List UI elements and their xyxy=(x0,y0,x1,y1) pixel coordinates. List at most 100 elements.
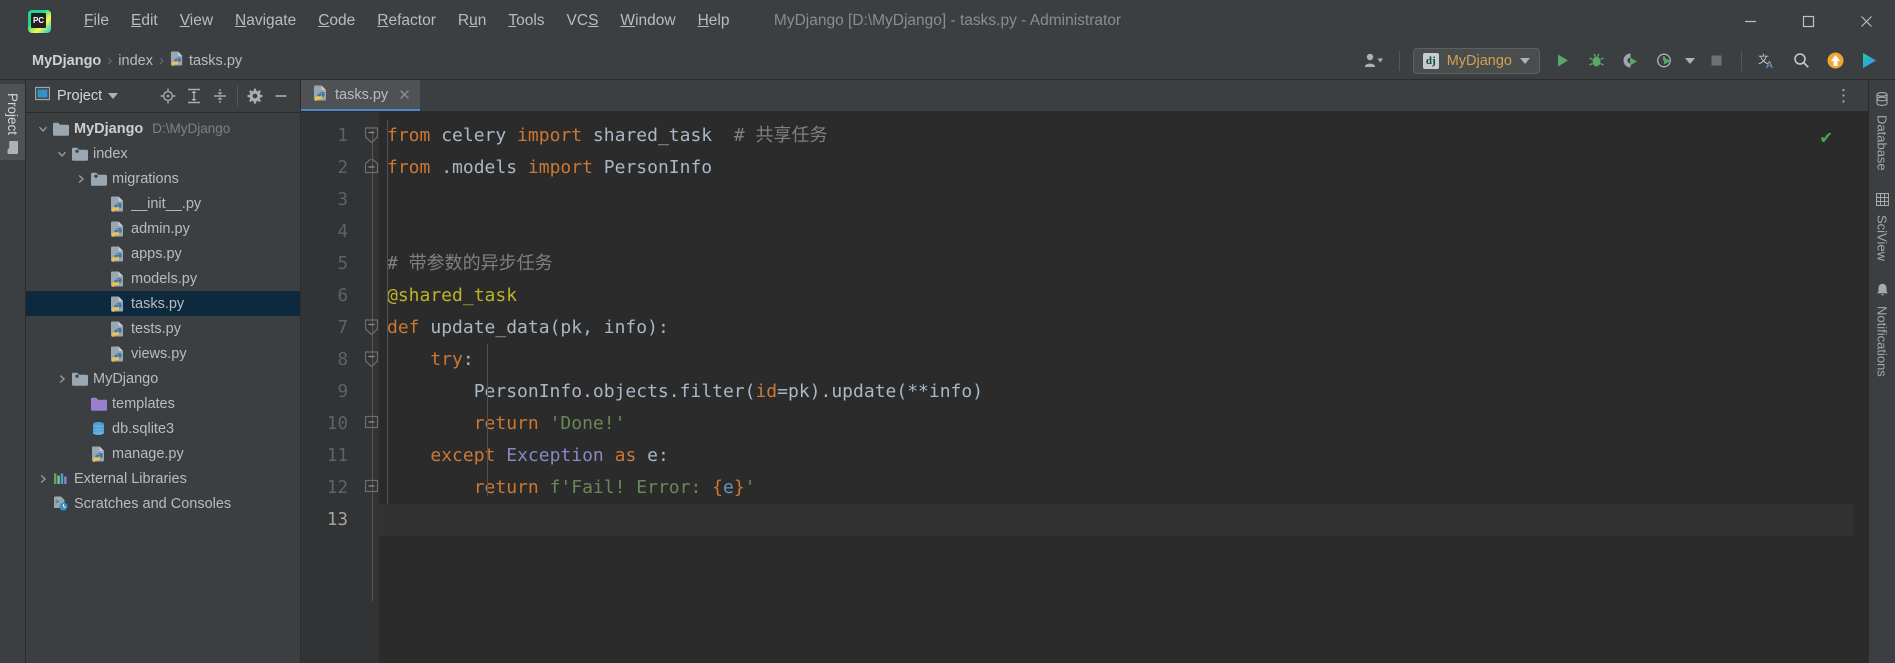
code-line-2[interactable]: from .models import PersonInfo xyxy=(379,152,1854,184)
inspection-ok-icon[interactable]: ✔ xyxy=(1821,126,1832,148)
settings-gear-icon[interactable] xyxy=(242,83,268,109)
line-number[interactable]: 9 xyxy=(301,376,359,408)
line-number[interactable]: 11 xyxy=(301,440,359,472)
line-number[interactable]: 4 xyxy=(301,216,359,248)
breadcrumb-item-tasks-py[interactable]: tasks.py xyxy=(166,49,246,72)
update-project-icon[interactable] xyxy=(1819,46,1851,76)
tree-item-tests-py[interactable]: tests.py xyxy=(26,316,300,341)
code-line-1[interactable]: from celery import shared_task # 共享任务 xyxy=(379,120,1854,152)
fold-region-10[interactable] xyxy=(359,408,379,440)
more-options-icon[interactable]: ⋮ xyxy=(1827,87,1860,105)
tree-item-models-py[interactable]: models.py xyxy=(26,266,300,291)
fold-marker-icon[interactable] xyxy=(364,351,379,368)
menu-item-run[interactable]: Run xyxy=(447,8,497,34)
code-line-3[interactable] xyxy=(379,184,1854,216)
tree-item-apps-py[interactable]: apps.py xyxy=(26,241,300,266)
menu-item-refactor[interactable]: Refactor xyxy=(366,8,447,34)
right-tab-notifications[interactable]: Notifications xyxy=(1875,283,1890,376)
run-configuration-selector[interactable]: dj MyDjango xyxy=(1412,47,1540,74)
menu-item-edit[interactable]: Edit xyxy=(120,8,169,34)
fold-region-2[interactable] xyxy=(359,152,379,184)
line-number[interactable]: 3 xyxy=(301,184,359,216)
line-number[interactable]: 2 xyxy=(301,152,359,184)
line-number[interactable]: 10 xyxy=(301,408,359,440)
right-tab-sciview[interactable]: SciView xyxy=(1875,192,1890,261)
code-line-10[interactable]: return 'Done!' xyxy=(379,408,1854,440)
tree-item-migrations[interactable]: migrations xyxy=(26,166,300,191)
menu-item-navigate[interactable]: Navigate xyxy=(224,8,307,34)
line-number[interactable]: 7 xyxy=(301,312,359,344)
close-icon[interactable]: ✕ xyxy=(398,86,411,104)
user-accounts-icon[interactable] xyxy=(1358,46,1390,76)
code-line-8[interactable]: try: xyxy=(379,344,1854,376)
profile-dropdown-icon[interactable] xyxy=(1682,46,1698,76)
minimize-button[interactable] xyxy=(1721,0,1779,42)
code-line-6[interactable]: @shared_task xyxy=(379,280,1854,312)
menu-item-window[interactable]: Window xyxy=(609,8,686,34)
editor-tab-tasks-py[interactable]: tasks.py ✕ xyxy=(301,80,420,111)
code-content[interactable]: ✔ from celery import shared_task # 共享任务 f… xyxy=(379,112,1854,663)
tree-item-admin-py[interactable]: admin.py xyxy=(26,216,300,241)
code-line-11[interactable]: except Exception as e: xyxy=(379,440,1854,472)
fold-region-1[interactable] xyxy=(359,120,379,152)
chevron-right-icon[interactable] xyxy=(72,174,90,184)
breadcrumb-item-mydjango[interactable]: MyDjango xyxy=(28,51,105,71)
code-line-5[interactable]: # 带参数的异步任务 xyxy=(379,248,1854,280)
fold-marker-icon[interactable] xyxy=(364,157,379,174)
code-line-9[interactable]: PersonInfo.objects.filter(id=pk).update(… xyxy=(379,376,1854,408)
profile-icon[interactable] xyxy=(1648,46,1680,76)
tree-item-mydjango[interactable]: MyDjango D:\MyDjango xyxy=(26,116,300,141)
run-icon[interactable] xyxy=(1546,46,1578,76)
run-with-coverage-icon[interactable] xyxy=(1614,46,1646,76)
hide-panel-icon[interactable] xyxy=(268,83,294,109)
fold-region-12[interactable] xyxy=(359,472,379,504)
code-line-12[interactable]: return f'Fail! Error: {e}' xyxy=(379,472,1854,504)
code-folding-gutter[interactable] xyxy=(359,112,379,663)
fold-marker-icon[interactable] xyxy=(364,319,379,336)
collapse-all-icon[interactable] xyxy=(207,83,233,109)
line-number[interactable]: 12 xyxy=(301,472,359,504)
locate-icon[interactable] xyxy=(155,83,181,109)
fold-region-7[interactable] xyxy=(359,312,379,344)
tree-item-views-py[interactable]: views.py xyxy=(26,341,300,366)
tree-item-index[interactable]: index xyxy=(26,141,300,166)
sidebar-tab-project[interactable]: Project xyxy=(0,84,25,161)
code-line-4[interactable] xyxy=(379,216,1854,248)
plugin-icon[interactable] xyxy=(1853,46,1885,76)
menu-item-file[interactable]: File xyxy=(73,8,120,34)
chevron-down-icon[interactable] xyxy=(34,124,52,134)
project-panel-chevron-down-icon[interactable] xyxy=(108,93,119,99)
editor-scrollbar[interactable] xyxy=(1854,112,1868,663)
fold-marker-icon[interactable] xyxy=(364,479,379,494)
menu-item-tools[interactable]: Tools xyxy=(497,8,555,34)
fold-marker-icon[interactable] xyxy=(364,415,379,430)
tree-item-scratches-and-consoles[interactable]: > Scratches and Consoles xyxy=(26,491,300,516)
right-tab-database[interactable]: Database xyxy=(1875,92,1890,171)
code-line-7[interactable]: def update_data(pk, info): xyxy=(379,312,1854,344)
code-line-13[interactable] xyxy=(379,504,1854,536)
line-number[interactable]: 13 xyxy=(301,504,359,536)
tree-item---init---py[interactable]: __init__.py xyxy=(26,191,300,216)
tree-item-external-libraries[interactable]: External Libraries xyxy=(26,466,300,491)
translate-icon[interactable]: 文 A xyxy=(1751,46,1783,76)
close-button[interactable] xyxy=(1837,0,1895,42)
tree-item-templates[interactable]: templates xyxy=(26,391,300,416)
code-editor[interactable]: 1 2 3 4 5 6 7 8 9 10 11 12 13 ✔ from celery import s… xyxy=(301,112,1868,663)
menu-item-view[interactable]: View xyxy=(169,8,224,34)
line-number[interactable]: 8 xyxy=(301,344,359,376)
menu-item-help[interactable]: Help xyxy=(687,8,741,34)
breadcrumb-item-index[interactable]: index xyxy=(114,51,157,71)
search-everywhere-icon[interactable] xyxy=(1785,46,1817,76)
menu-item-vcs[interactable]: VCS xyxy=(556,8,610,34)
tree-item-manage-py[interactable]: manage.py xyxy=(26,441,300,466)
maximize-button[interactable] xyxy=(1779,0,1837,42)
tree-item-db-sqlite3[interactable]: db.sqlite3 xyxy=(26,416,300,441)
chevron-right-icon[interactable] xyxy=(53,374,71,384)
chevron-right-icon[interactable] xyxy=(34,474,52,484)
tree-item-mydjango[interactable]: MyDjango xyxy=(26,366,300,391)
line-number[interactable]: 6 xyxy=(301,280,359,312)
fold-region-8[interactable] xyxy=(359,344,379,376)
line-number[interactable]: 5 xyxy=(301,248,359,280)
menu-item-code[interactable]: Code xyxy=(307,8,366,34)
chevron-down-icon[interactable] xyxy=(53,149,71,159)
